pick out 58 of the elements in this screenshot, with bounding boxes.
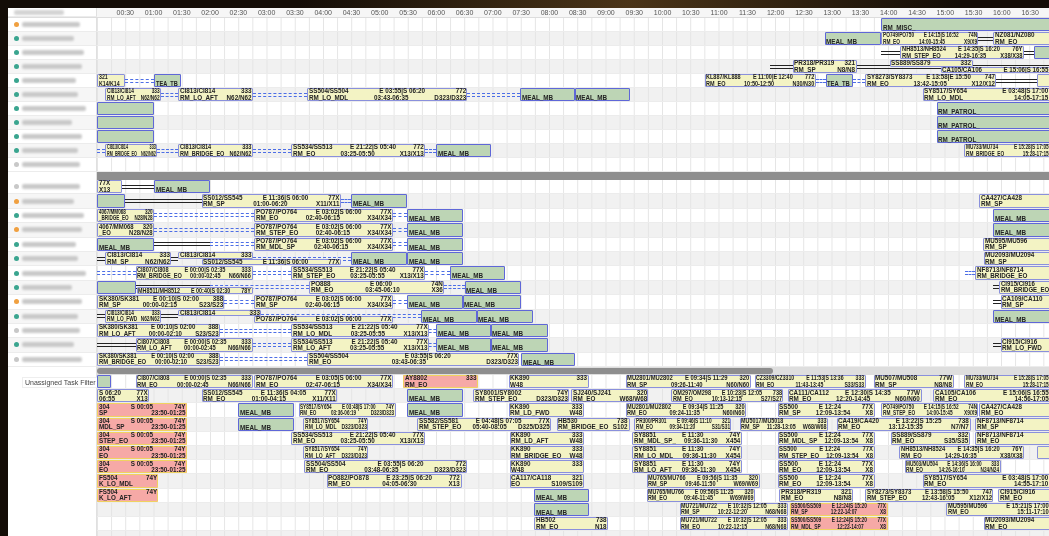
solid-connector [153,242,211,247]
blurred-label [22,162,80,167]
task-bar[interactable] [97,130,154,143]
resource-row-header[interactable] [8,338,97,353]
resource-row-header[interactable] [8,46,97,60]
task-bar[interactable] [97,194,126,208]
blurred-button[interactable] [14,9,64,15]
solid-connector [97,343,136,347]
resource-row-header[interactable] [8,158,97,172]
resource-row-header[interactable] [8,74,97,88]
blurred-label [22,299,82,305]
scrollbar[interactable] [97,172,1049,180]
solid-connector [770,64,793,69]
solid-connector [993,343,1001,347]
task-bar[interactable] [1033,46,1049,59]
blurred-label [22,328,80,334]
resource-row-header[interactable] [8,88,97,102]
resource-row-header[interactable] [8,295,97,310]
blurred-label [22,92,78,97]
resource-row-header[interactable] [8,18,97,32]
blurred-label [22,184,80,190]
blurred-label [22,148,78,153]
solid-connector [993,299,1001,304]
blurred-label [22,64,82,69]
resource-row-header[interactable] [8,60,97,74]
blurred-label [22,36,74,41]
solid-connector [996,78,1037,83]
blurred-label [22,227,82,233]
flight-bar[interactable] [1036,446,1049,460]
dashed-connector [97,271,136,276]
resource-row-header[interactable] [8,266,97,281]
blurred-label [22,212,84,218]
blurred-label [22,22,80,27]
resource-row-header[interactable] [8,144,97,158]
resource-row-header[interactable] [8,32,97,46]
blurred-label [22,134,82,139]
task-bar[interactable] [97,116,154,129]
blurred-label [22,50,84,55]
blurred-label [22,106,86,111]
blurred-label [22,256,78,262]
resource-row-header[interactable] [8,116,97,130]
blurred-label [22,356,82,362]
resource-row-header[interactable] [8,130,97,144]
blurred-label [22,284,72,290]
blurred-label [22,198,74,204]
task-bar[interactable] [97,375,112,389]
blurred-label [22,241,76,247]
resource-row-header[interactable] [8,180,97,195]
flight-bar[interactable] [1036,74,1049,87]
task-bar[interactable] [97,102,154,115]
blurred-label [22,313,78,319]
blurred-label [22,78,76,83]
blurred-label [22,120,72,125]
scrollbar[interactable] [97,368,773,375]
blurred-label [22,342,74,348]
blurred-label [22,270,86,276]
resource-row-header[interactable] [8,102,97,116]
resource-row-header[interactable] [8,223,97,238]
